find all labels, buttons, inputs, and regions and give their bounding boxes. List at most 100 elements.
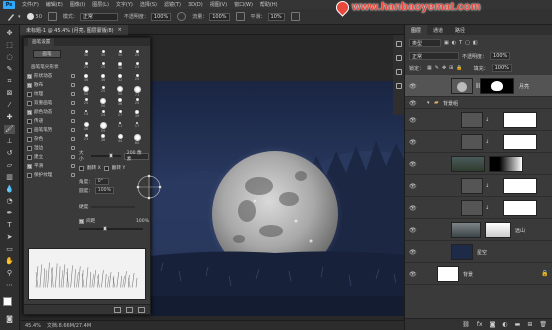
checkbox[interactable]: ✓: [27, 163, 32, 169]
menu-help[interactable]: 帮助(H): [260, 1, 278, 8]
brush-tip-preset[interactable]: 50: [113, 86, 127, 98]
frame-tool-icon[interactable]: ⊠: [4, 89, 15, 98]
filter-adjust-icon[interactable]: ◐: [452, 40, 456, 46]
layer-mask-thumbnail[interactable]: [503, 178, 537, 194]
brush-tip-preset[interactable]: 14: [79, 110, 93, 122]
layer-mask-thumbnail[interactable]: [480, 78, 514, 94]
option-transfer[interactable]: 传递: [27, 117, 75, 125]
lock-icon[interactable]: [71, 137, 75, 141]
angle-input[interactable]: 0°: [94, 178, 109, 185]
fx-icon[interactable]: fx: [477, 321, 483, 328]
brush-tip-preset[interactable]: 36: [113, 98, 127, 110]
eye-icon[interactable]: 👁: [409, 117, 417, 124]
tab-paths[interactable]: 路径: [449, 25, 471, 35]
filter-shape-icon[interactable]: ▢: [465, 40, 470, 46]
layer-row-adjustment-2[interactable]: 👁 ↓: [405, 131, 552, 153]
properties-icon[interactable]: [396, 55, 402, 61]
layer-kind-filter[interactable]: 类型: [409, 39, 441, 47]
history-icon[interactable]: [396, 41, 402, 47]
close-icon[interactable]: ×: [118, 27, 122, 33]
option-scattering[interactable]: ✓ 散布: [27, 81, 75, 89]
lock-icon[interactable]: [71, 173, 75, 177]
filter-smart-icon[interactable]: ◧: [473, 40, 478, 46]
lock-icon[interactable]: [71, 74, 75, 78]
eye-icon[interactable]: 👁: [409, 205, 417, 212]
tip-shape-item[interactable]: 画笔笔尖形状: [27, 63, 75, 71]
option-smoothing[interactable]: ✓ 平滑: [27, 162, 75, 170]
option-dual-brush[interactable]: 双重画笔: [27, 99, 75, 107]
layer-mask-thumbnail[interactable]: [485, 222, 511, 238]
menu-select[interactable]: 选择(S): [140, 1, 157, 8]
gear-icon[interactable]: [290, 12, 300, 21]
layer-row-adjustment-4[interactable]: 👁 ↓: [405, 197, 552, 219]
flow-input[interactable]: 100%: [209, 12, 230, 21]
brush-tip-preset[interactable]: 25: [130, 62, 144, 74]
spacing-checkbox[interactable]: ✓: [79, 218, 84, 224]
brush-tip-preset[interactable]: 25: [96, 62, 110, 74]
size-slider[interactable]: [91, 153, 121, 158]
lock-all-icon[interactable]: 🔒: [456, 65, 462, 71]
brush-tip-preset[interactable]: 36: [113, 62, 127, 74]
layer-opacity-input[interactable]: 100%: [490, 52, 511, 60]
brush-tip-preset[interactable]: 71: [130, 86, 144, 98]
spacing-slider[interactable]: [79, 226, 143, 231]
healing-brush-tool-icon[interactable]: ✚: [4, 113, 15, 122]
document-canvas[interactable]: [151, 81, 405, 316]
brush-tip-preset[interactable]: 23: [79, 134, 93, 146]
trash-icon[interactable]: 🗑: [539, 321, 547, 328]
checkbox[interactable]: [27, 91, 32, 97]
flip-x-checkbox[interactable]: [79, 165, 84, 171]
option-noise[interactable]: 杂色: [27, 135, 75, 143]
menu-layer[interactable]: 图层(L): [92, 1, 109, 8]
new-brush-icon[interactable]: [138, 306, 145, 313]
lock-icon[interactable]: [71, 146, 75, 150]
size-slider-knob[interactable]: [109, 153, 114, 158]
brush-tip-preset[interactable]: 60: [130, 134, 144, 146]
brush-tip-preset[interactable]: 30: [113, 50, 127, 62]
checkbox[interactable]: [27, 100, 32, 106]
option-texture[interactable]: 纹理: [27, 90, 75, 98]
checkbox[interactable]: ✓: [27, 82, 32, 88]
layer-mask-thumbnail[interactable]: [489, 156, 523, 172]
history-brush-tool-icon[interactable]: ↺: [4, 149, 15, 158]
brush-tip-preset[interactable]: 25: [130, 74, 144, 86]
adjustment-layer-icon[interactable]: ◐: [502, 321, 507, 328]
brush-tip-preset[interactable]: 30: [79, 50, 93, 62]
layer-row-photo[interactable]: 👁: [405, 153, 552, 175]
character-icon[interactable]: [396, 83, 402, 89]
brush-tip-preset[interactable]: 36: [96, 134, 110, 146]
roundness-input[interactable]: 100%: [94, 187, 114, 194]
brush-tip-preset[interactable]: 25: [130, 50, 144, 62]
eye-icon[interactable]: 👁: [409, 139, 417, 146]
menu-3d[interactable]: 3D(D): [188, 2, 203, 8]
airbrush-icon[interactable]: [235, 12, 245, 21]
menu-file[interactable]: 文件(F): [22, 1, 39, 8]
blend-mode-select[interactable]: 正常: [409, 52, 459, 60]
fill-input[interactable]: 100%: [491, 64, 512, 72]
option-shape-dynamics[interactable]: ✓ 形状动态: [27, 72, 75, 80]
lock-artboard-icon[interactable]: ⊞: [449, 65, 453, 71]
grid-view-icon[interactable]: [126, 306, 133, 313]
rectangle-tool-icon[interactable]: ▭: [4, 245, 15, 254]
document-tab[interactable]: 未标题-1 @ 45.4% (月亮, 图层蒙版/8) ×: [20, 25, 128, 35]
filter-pixel-icon[interactable]: ▣: [444, 40, 449, 46]
brush-tip-preset[interactable]: 36: [96, 74, 110, 86]
new-group-icon[interactable]: ▬: [515, 321, 521, 328]
option-brush-pose[interactable]: 画笔笔势: [27, 126, 75, 134]
foreground-color-swatch[interactable]: [3, 297, 12, 306]
quick-select-tool-icon[interactable]: ✎: [4, 65, 15, 74]
lock-icon[interactable]: [71, 119, 75, 123]
checkbox[interactable]: [27, 154, 32, 160]
checkbox[interactable]: ✓: [27, 109, 32, 115]
spacing-slider-knob[interactable]: [103, 226, 107, 231]
blur-tool-icon[interactable]: 💧: [4, 185, 15, 194]
menu-type[interactable]: 文字(Y): [116, 1, 133, 8]
flip-y-checkbox[interactable]: [103, 165, 109, 171]
option-color-dynamics[interactable]: ✓ 颜色动态: [27, 108, 75, 116]
brush-angle-compass[interactable]: [135, 173, 163, 201]
adjustments-icon[interactable]: [396, 69, 402, 75]
lock-icon[interactable]: [71, 155, 75, 159]
zoom-tool-icon[interactable]: ⚲: [4, 269, 15, 278]
eraser-tool-icon[interactable]: ▱: [4, 161, 15, 170]
brush-tool-preset[interactable]: ▾: [6, 12, 21, 22]
